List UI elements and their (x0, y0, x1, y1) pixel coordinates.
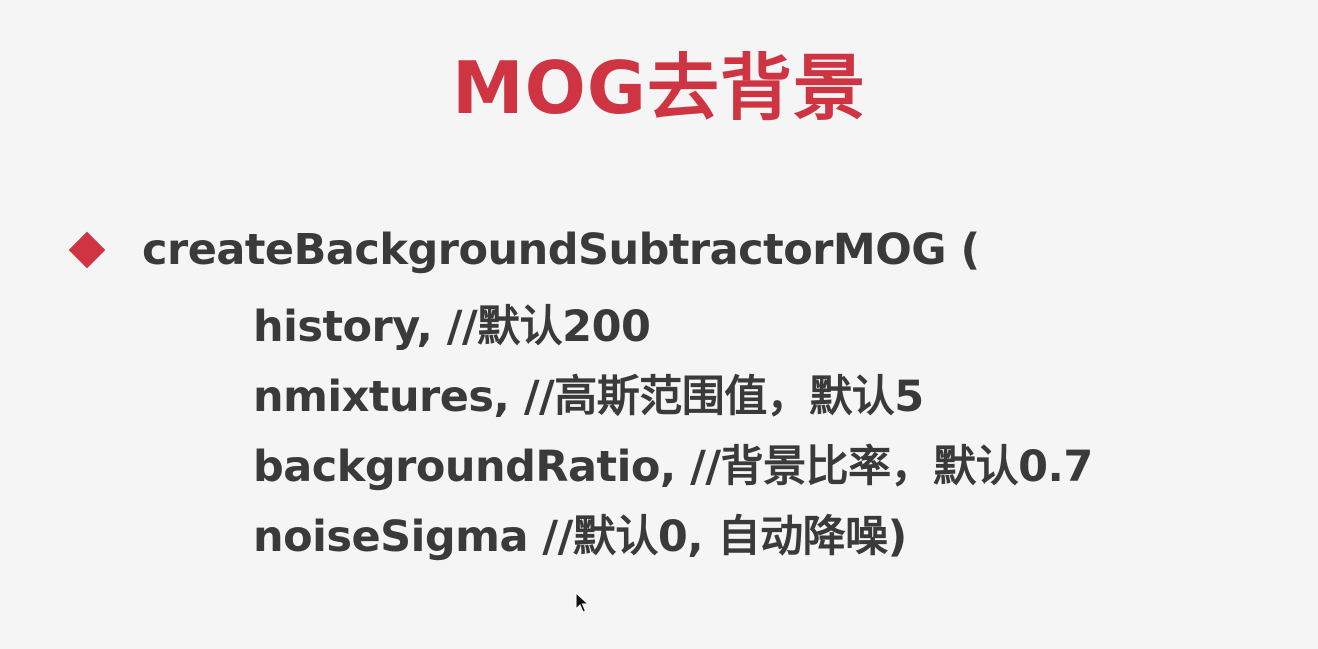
bullet-item: createBackgroundSubtractorMOG ( (66, 218, 980, 282)
diamond-bullet-icon (68, 231, 106, 269)
function-signature: createBackgroundSubtractorMOG ( (142, 225, 980, 275)
slide: MOG去背景 createBackgroundSubtractorMOG ( h… (0, 0, 1318, 649)
param-noise-sigma: noiseSigma //默认0, 自动降噪) (253, 512, 907, 562)
param-history: history, //默认200 (253, 302, 651, 352)
param-nmixtures: nmixtures, //高斯范围值，默认5 (253, 372, 924, 422)
parameter-list: history, //默认200 nmixtures, //高斯范围值，默认5 … (253, 292, 1093, 572)
slide-title: MOG去背景 (452, 46, 866, 130)
mouse-cursor-icon (575, 592, 589, 613)
param-background-ratio: backgroundRatio, //背景比率，默认0.7 (253, 442, 1093, 492)
